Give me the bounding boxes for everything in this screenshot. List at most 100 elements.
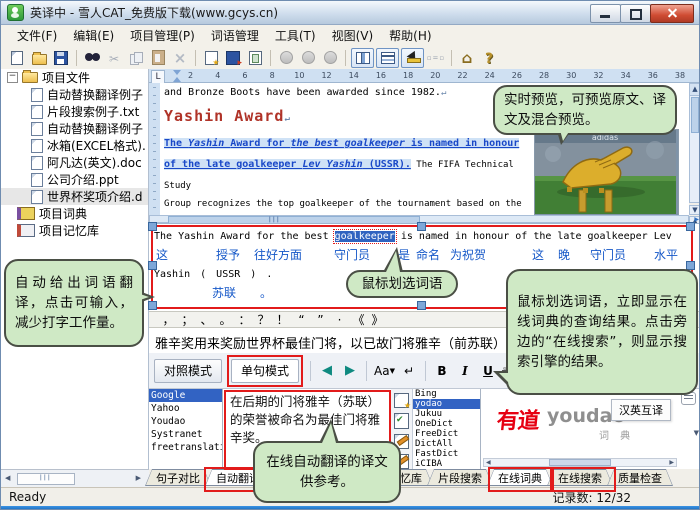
close-button[interactable] — [650, 4, 694, 23]
memory-button-2[interactable] — [298, 48, 318, 67]
insert-return-button[interactable]: ↵ — [400, 361, 418, 381]
copy-button[interactable] — [126, 48, 146, 67]
memory-book-icon — [17, 224, 35, 237]
bold-button[interactable]: B — [433, 361, 451, 381]
tree-file-item[interactable]: 公司介绍.ppt — [1, 171, 148, 188]
open-button[interactable] — [29, 48, 49, 67]
engine-list-item[interactable]: Google — [149, 389, 222, 402]
tree-file-item[interactable]: 自动替换翻译例子 — [1, 120, 148, 137]
export-project-button[interactable] — [223, 48, 243, 67]
menu-item[interactable]: 视图(V) — [324, 25, 382, 46]
tab-sentence-compare[interactable]: 句子对比 — [145, 469, 211, 486]
tree-collapse-icon[interactable]: − — [7, 72, 18, 83]
scroll-left-icon[interactable]: ◀ — [486, 459, 491, 466]
previous-segment-button[interactable]: ◀ — [318, 361, 336, 381]
tab-fragment-search[interactable]: 片段搜索 — [427, 469, 493, 486]
indent-marker[interactable] — [173, 70, 181, 82]
font-dropdown[interactable]: Aa▼ — [374, 361, 395, 381]
engine-list-item[interactable]: Yahoo — [149, 402, 222, 415]
delete-button[interactable] — [170, 48, 190, 67]
punctuation-button[interactable]: ！ — [273, 311, 292, 328]
online-dictionary-result-pane[interactable]: 有道 youdao 词 典 汉英互译 ▼ ◀ ▶ — [481, 389, 700, 469]
add-document-button[interactable] — [201, 48, 221, 67]
dictionary-list-item[interactable]: FreeDict — [413, 429, 480, 439]
punctuation-button[interactable]: 《 — [349, 311, 368, 328]
punctuation-button[interactable]: ” — [311, 313, 330, 327]
memory-button-1[interactable] — [276, 48, 296, 67]
punctuation-button[interactable]: 。 — [216, 311, 235, 328]
new-file-button[interactable] — [7, 48, 27, 67]
sidebar-horizontal-scrollbar[interactable]: ◀ ║║║ ▶ — [1, 469, 149, 487]
help-button[interactable] — [479, 48, 499, 67]
punctuation-button[interactable]: ？ — [254, 311, 273, 328]
view-edit-button[interactable] — [401, 48, 424, 68]
ruler-tick: 4 — [204, 71, 231, 80]
punctuation-button[interactable]: “ — [292, 313, 311, 327]
tree-item-project-dictionary[interactable]: 项目词典 — [1, 205, 148, 222]
maximize-button[interactable] — [620, 4, 651, 23]
save-button[interactable] — [51, 48, 71, 67]
home-button[interactable] — [457, 48, 477, 67]
scroll-right-icon[interactable]: ▶ — [694, 216, 699, 223]
dictionary-list-item[interactable]: Jukuu — [413, 409, 480, 419]
scroll-down-icon[interactable]: ▼ — [694, 429, 699, 437]
menu-item[interactable]: 项目管理(P) — [122, 25, 203, 46]
tab-single-sentence-mode[interactable]: 单句模式 — [231, 359, 299, 383]
menu-item[interactable]: 文件(F) — [9, 25, 65, 46]
translate-cn-en-button[interactable]: 汉英互译 — [611, 399, 671, 421]
menu-item[interactable]: 词语管理 — [203, 25, 267, 46]
dictionary-list-item[interactable]: DictAll — [413, 439, 480, 449]
import-project-button[interactable] — [245, 48, 265, 67]
punctuation-button[interactable]: ： — [235, 311, 254, 328]
view-horizontal-button[interactable] — [376, 48, 399, 68]
dictionary-list-item[interactable]: yodao — [413, 399, 480, 409]
cut-button[interactable] — [104, 48, 124, 67]
scrollbar-thumb[interactable] — [691, 97, 699, 133]
result-horizontal-scrollbar[interactable]: ◀ ▶ — [483, 458, 677, 467]
tree-item-project-memory[interactable]: 项目记忆库 — [1, 222, 148, 239]
punctuation-button[interactable]: 》 — [368, 311, 387, 328]
find-button[interactable] — [82, 48, 102, 67]
engine-list-item[interactable]: freetranslati — [149, 441, 222, 454]
dictionary-list-item[interactable]: iCIBA — [413, 459, 480, 469]
paste-icon — [152, 50, 165, 65]
new-segment-button[interactable] — [394, 393, 409, 408]
next-segment-button[interactable]: ▶ — [341, 361, 359, 381]
menu-item[interactable]: 工具(T) — [267, 25, 324, 46]
scroll-right-icon[interactable]: ▶ — [136, 474, 141, 482]
scroll-right-icon[interactable]: ▶ — [669, 459, 674, 466]
preview-vertical-scrollbar[interactable]: ▲ — [689, 83, 700, 203]
scrollbar-thumb[interactable] — [549, 459, 611, 466]
confirm-segment-button[interactable] — [394, 413, 409, 428]
align-button[interactable]: ▫=▫ — [426, 48, 446, 67]
paste-button[interactable] — [148, 48, 168, 67]
tree-file-item[interactable]: 世界杯奖项介绍.d — [1, 188, 148, 205]
dictionary-list-item[interactable]: OneDict — [413, 419, 480, 429]
tree-file-item[interactable]: 自动替换翻译例子 — [1, 86, 148, 103]
view-split-button[interactable] — [351, 48, 374, 68]
scroll-down-icon[interactable]: ▼ — [689, 205, 700, 215]
menu-item[interactable]: 编辑(E) — [65, 25, 122, 46]
tree-root-project-files[interactable]: − 项目文件 — [1, 69, 148, 86]
scroll-up-icon[interactable]: ▲ — [690, 84, 700, 96]
engine-list-item[interactable]: Youdao — [149, 415, 222, 428]
tree-file-item[interactable]: 片段搜索例子.txt — [1, 103, 148, 120]
scroll-left-icon[interactable]: ◀ — [5, 474, 10, 482]
tab-compare-mode[interactable]: 对照模式 — [154, 359, 222, 383]
tree-file-item[interactable]: 阿凡达(英文).doc — [1, 154, 148, 171]
dictionary-list-item[interactable]: Bing — [413, 389, 480, 399]
tab-quality-check[interactable]: 质量检查 — [607, 469, 673, 486]
punctuation-button[interactable]: ； — [178, 311, 197, 328]
engine-list-item[interactable]: Systranet — [149, 428, 222, 441]
italic-button[interactable]: I — [456, 361, 474, 381]
menu-item[interactable]: 帮助(H) — [381, 25, 439, 46]
punctuation-button[interactable]: 、 — [197, 311, 216, 328]
callout-gloss-note: 自动给出词语翻译，点击可输入，减少打字工作量。 — [4, 259, 144, 347]
punctuation-button[interactable]: ， — [159, 311, 178, 328]
tab-stop-indicator[interactable]: L — [151, 70, 165, 84]
memory-button-3[interactable] — [320, 48, 340, 67]
dictionary-list-item[interactable]: FastDict — [413, 449, 480, 459]
tree-file-item[interactable]: 冰箱(EXCEL格式). — [1, 137, 148, 154]
minimize-button[interactable] — [590, 4, 621, 23]
punctuation-button[interactable]: · — [330, 313, 349, 327]
